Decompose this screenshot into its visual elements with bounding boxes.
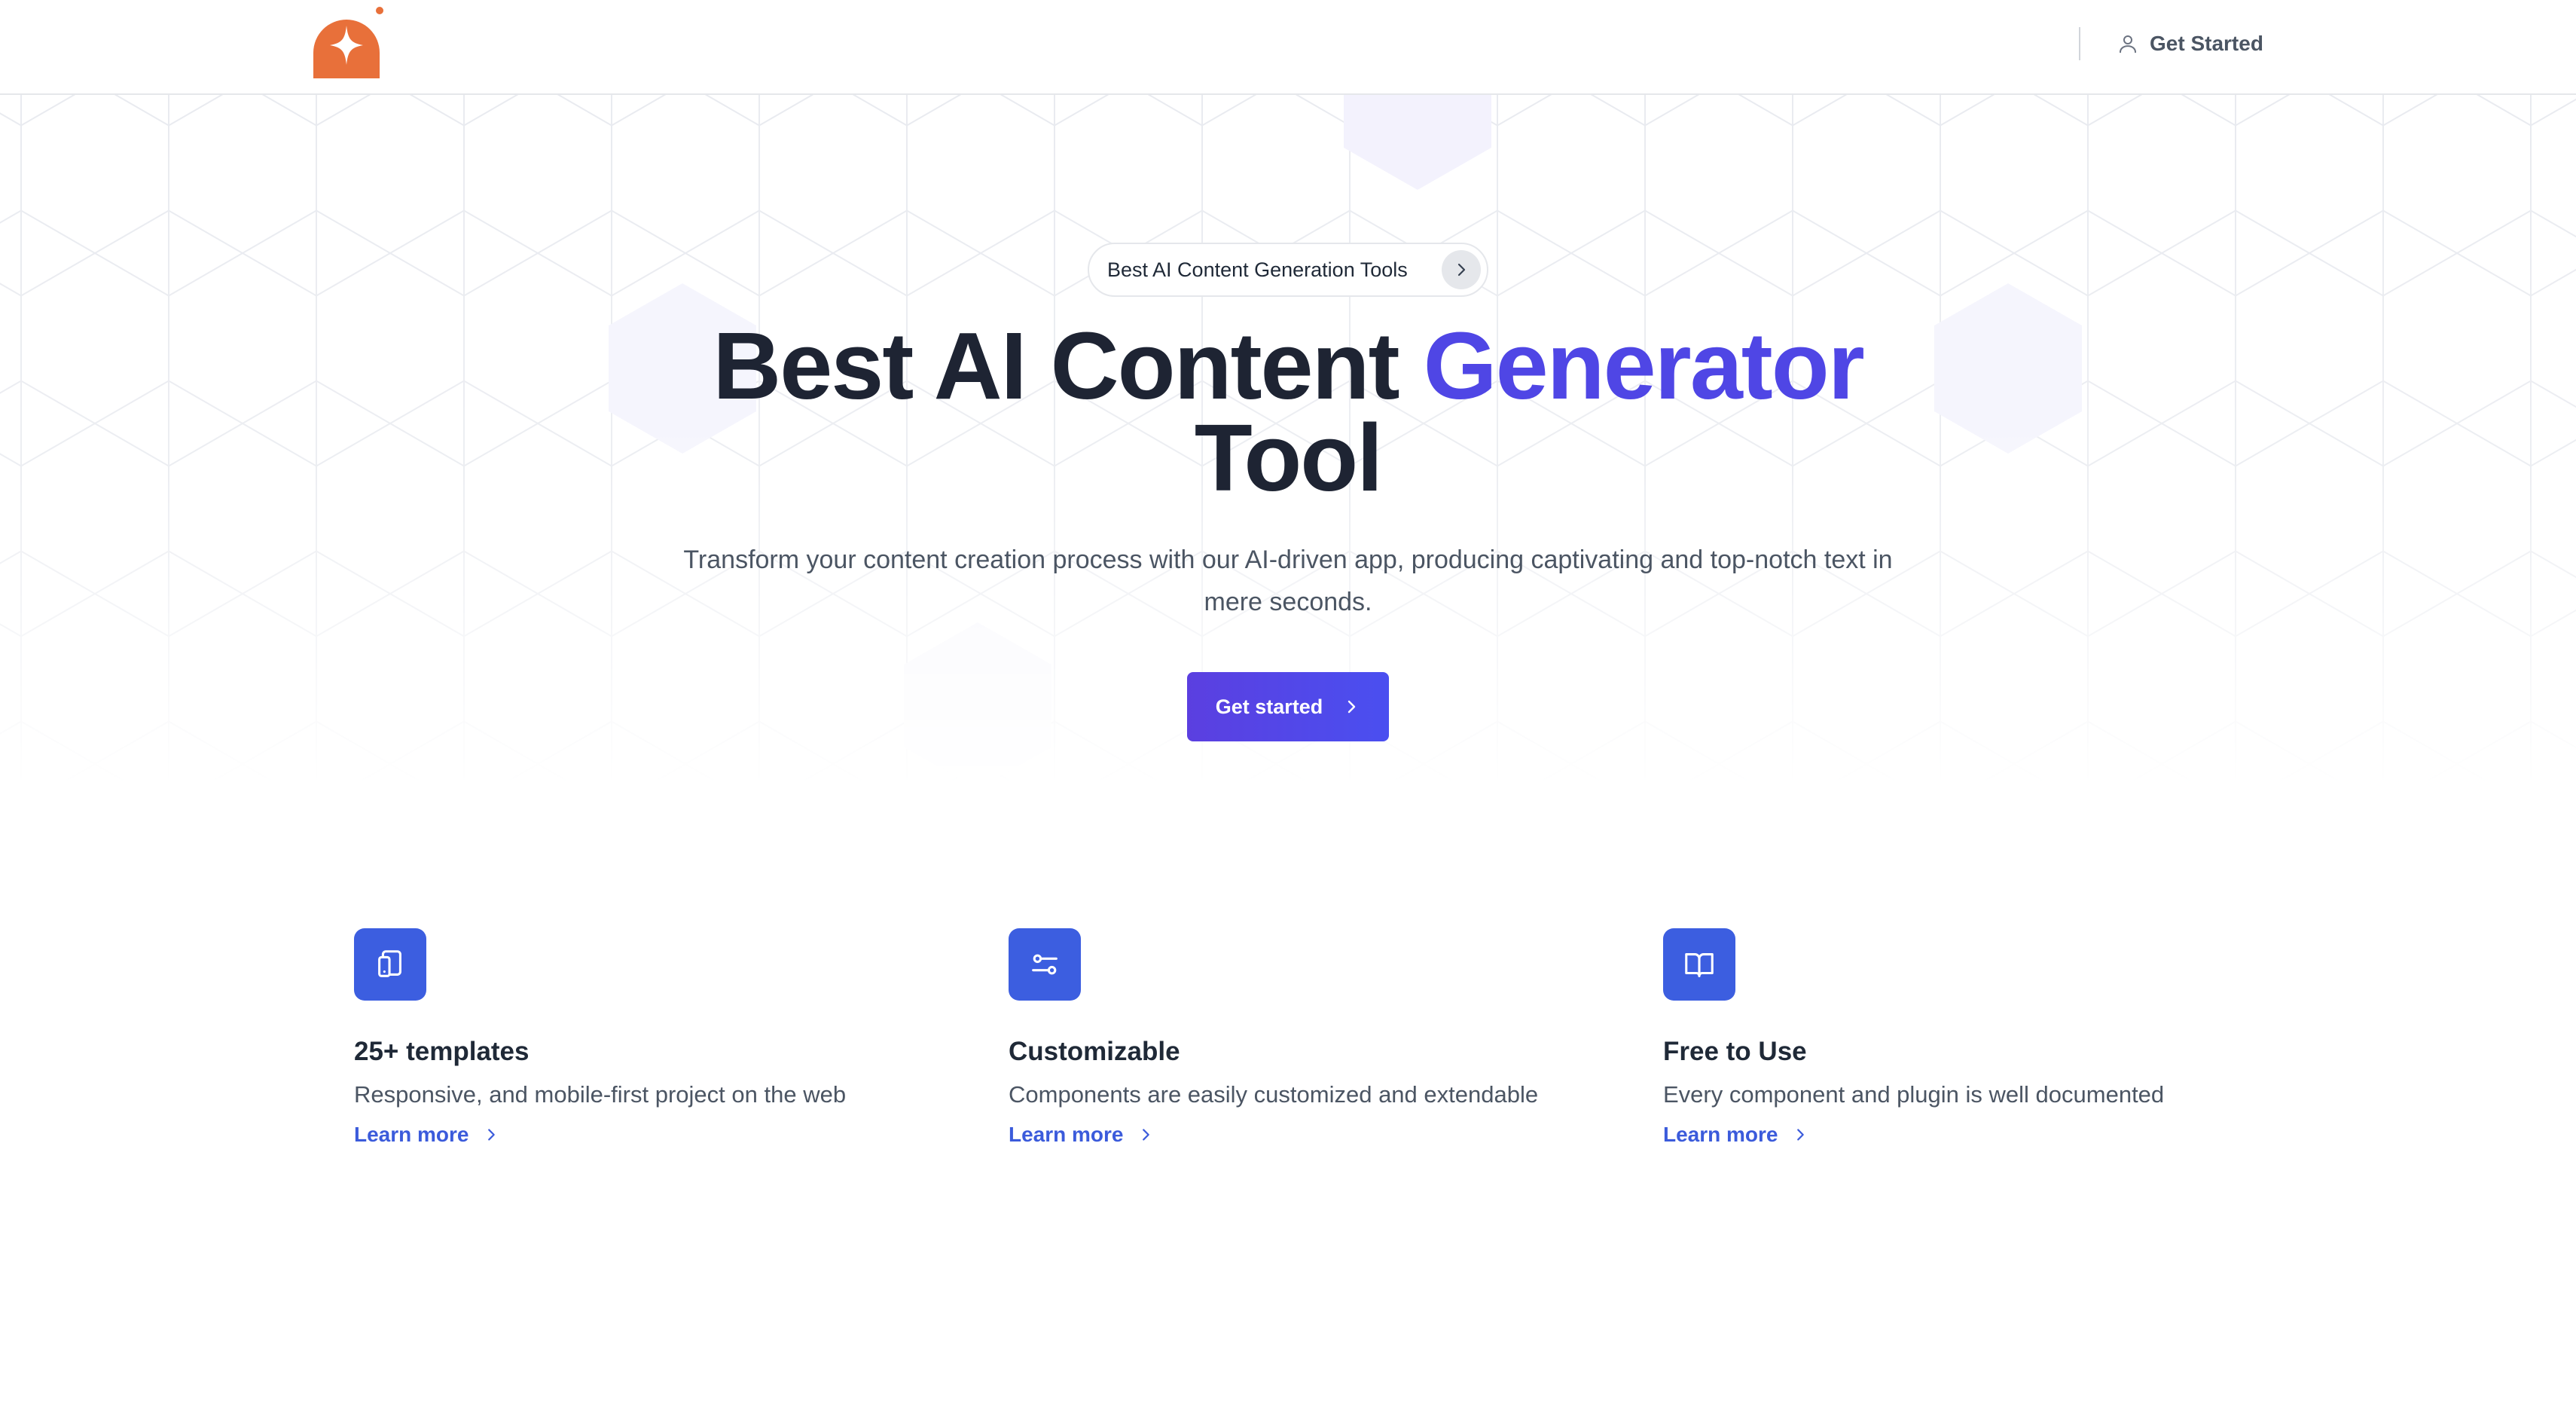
learn-more-label: Learn more [1663, 1123, 1778, 1146]
sparkle-logo-icon[interactable] [310, 6, 389, 81]
feature-card-templates: 25+ templates Responsive, and mobile-fir… [354, 928, 972, 1147]
chevron-right-icon [487, 1129, 495, 1141]
feature-title: Customizable [1009, 1037, 1180, 1066]
get-started-button[interactable]: Get started [1187, 672, 1389, 741]
feature-icon-badge [1663, 928, 1735, 1001]
chevron-right-icon [1348, 700, 1356, 714]
hero-title-part1: Best AI Content [713, 313, 1424, 419]
feature-icon-badge [354, 928, 426, 1001]
chevron-right-icon [1457, 263, 1466, 277]
feature-description: Every component and plugin is well docum… [1663, 1081, 2165, 1108]
nav-divider [2079, 27, 2080, 60]
learn-more-link[interactable]: Learn more [354, 1123, 499, 1147]
feature-card-customizable: Customizable Components are easily custo… [1009, 928, 1626, 1147]
learn-more-link[interactable]: Learn more [1009, 1123, 1154, 1147]
hero-title: Best AI Content Generator Tool [497, 319, 2079, 506]
hero-subtitle: Transform your content creation process … [683, 546, 1893, 616]
chevron-right-icon [1796, 1129, 1804, 1141]
feature-description: Components are easily customized and ext… [1009, 1081, 1539, 1108]
hero-badge-chevron [1442, 250, 1481, 289]
book-open-icon [1685, 953, 1714, 977]
hero-title-accent: Generator [1423, 313, 1865, 419]
hero-title-part2: Tool [1194, 405, 1384, 511]
site-header: Get Started [0, 0, 2576, 95]
feature-icon-badge [1009, 928, 1081, 1001]
chevron-right-icon [1142, 1129, 1149, 1141]
nav-get-started-label: Get Started [2150, 32, 2263, 55]
nav-get-started-button[interactable]: Get Started [2117, 26, 2263, 62]
feature-description: Responsive, and mobile-first project on … [354, 1081, 847, 1108]
feature-title: 25+ templates [354, 1037, 530, 1066]
learn-more-label: Learn more [1009, 1123, 1124, 1146]
feature-card-free-to-use: Free to Use Every component and plugin i… [1663, 928, 2281, 1147]
learn-more-label: Learn more [354, 1123, 469, 1146]
feature-title: Free to Use [1663, 1037, 1807, 1066]
user-icon [2120, 35, 2136, 53]
sliders-icon [1032, 954, 1058, 975]
hero-badge-label: Best AI Content Generation Tools [1107, 258, 1408, 281]
hero-badge[interactable]: Best AI Content Generation Tools [1088, 243, 1488, 297]
get-started-label: Get started [1215, 695, 1323, 718]
learn-more-link[interactable]: Learn more [1663, 1123, 1808, 1147]
tablet-icon [378, 950, 401, 977]
